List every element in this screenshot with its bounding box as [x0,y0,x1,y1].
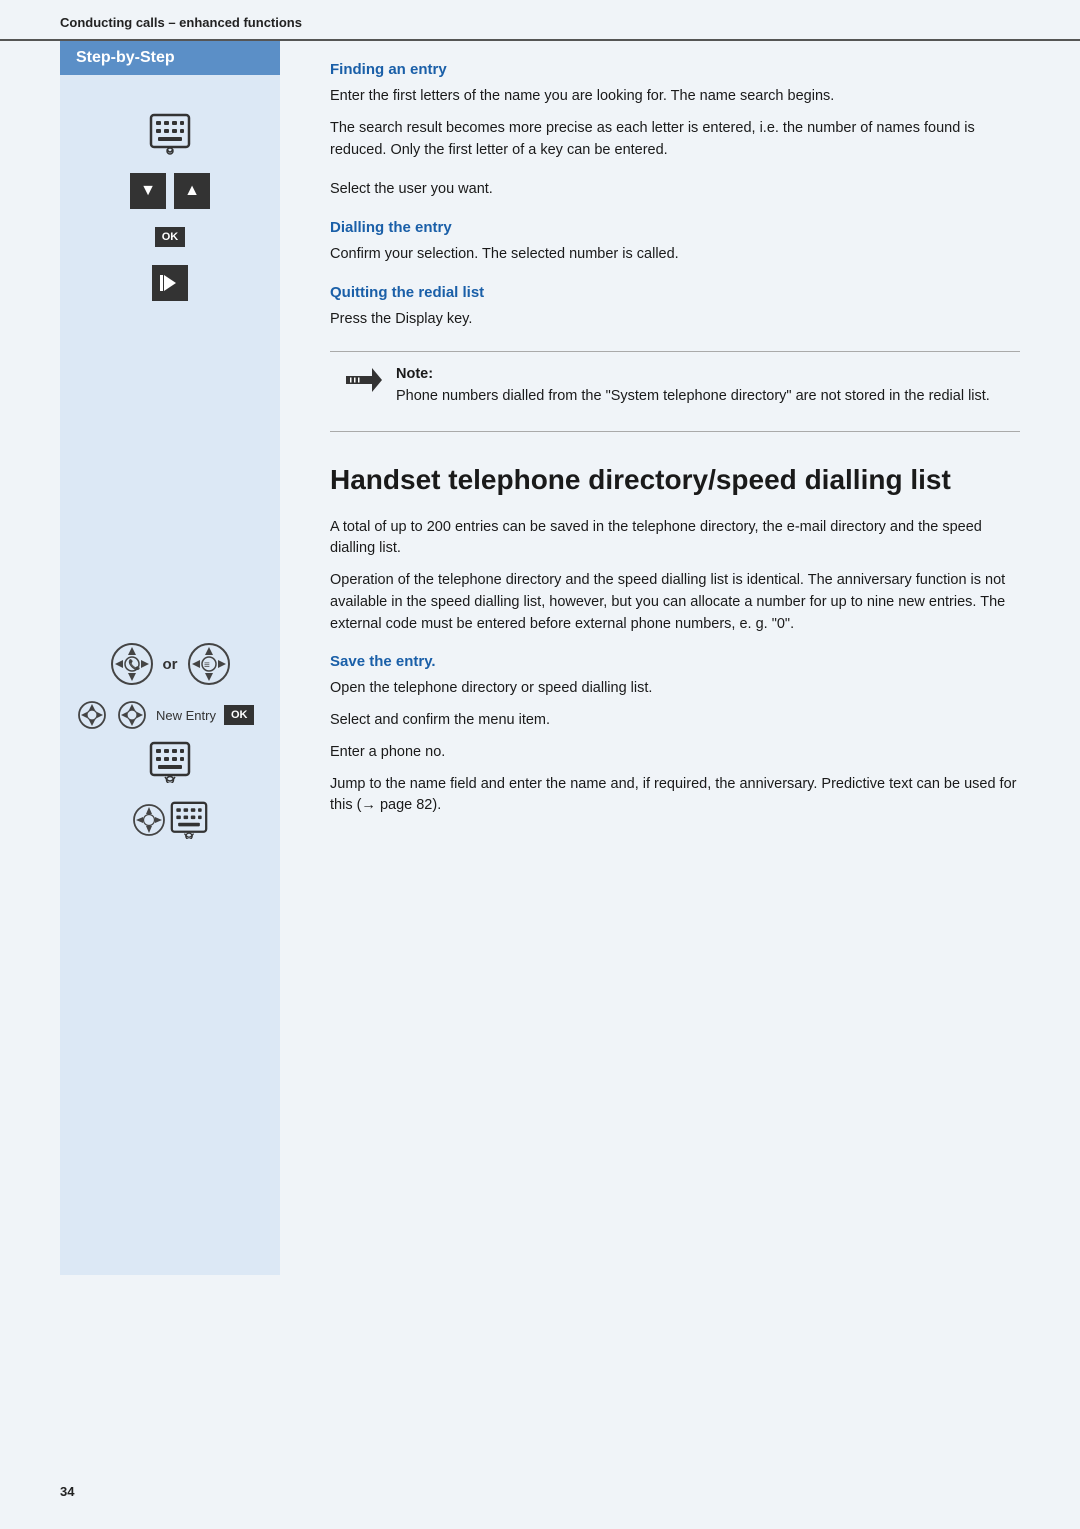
small-nav-icon-2 [116,699,148,731]
down-arrow-icon: ▼ [130,173,166,209]
sidebar: Step-by-Step [60,41,300,1275]
quitting-redial-text1: Press the Display key. [330,309,1020,331]
jump-keyboard-icon [170,801,208,839]
finding-entry-text2: The search result becomes more precise a… [330,118,1020,162]
circle-nav-group-1: 📞 or ≡ [76,641,264,687]
ok-icon-group-1: OK [76,227,264,247]
note-text: Phone numbers dialled from the "System t… [396,386,1004,408]
page-container: Conducting calls – enhanced functions St… [0,0,1080,1529]
intro-text1: A total of up to 200 entries can be save… [330,517,1020,561]
finding-entry-text1: Enter the first letters of the name you … [330,86,1020,108]
dialling-entry-text1: Confirm your selection. The selected num… [330,244,1020,266]
jump-4way-icon [132,803,166,837]
nav-arrows-group: ▼ ▲ [76,173,264,209]
note-box: Note: Phone numbers dialled from the "Sy… [330,351,1020,433]
dialling-entry-heading: Dialling the entry [330,219,1020,236]
finding-entry-heading: Finding an entry [330,61,1020,78]
small-nav-icon-1 [76,699,108,731]
header-title: Conducting calls – enhanced functions [60,15,302,30]
finding-entry-text3: Select the user you want. [330,179,1020,201]
intro-text2: Operation of the telephone directory and… [330,570,1020,635]
or-label: or [163,656,178,673]
jump-name-group [76,801,264,839]
display-key-group [76,265,264,301]
step-by-step-banner: Step-by-Step [60,41,280,75]
new-entry-label: New Entry [156,708,216,723]
4way-nav-icon-1: 📞 [109,641,155,687]
save-entry-text2: Select and confirm the menu item. [330,710,1020,732]
keyboard-icon-group-1 [76,113,264,155]
note-arrow-icon [346,368,382,398]
keyboard-icon-2 [149,741,191,783]
save-entry-heading: Save the entry. [330,653,1020,670]
save-entry-text3: Enter a phone no. [330,742,1020,764]
content-area: Finding an entry Enter the first letters… [300,41,1020,1275]
main-section-heading: Handset telephone directory/speed dialli… [330,462,1020,498]
4way-nav-icon-2: ≡ [186,641,232,687]
svg-text:📞: 📞 [128,658,141,671]
keyboard-icon-1 [149,113,191,155]
display-key-icon [152,265,188,301]
save-entry-text1: Open the telephone directory or speed di… [330,678,1020,700]
header-bar: Conducting calls – enhanced functions [0,0,1080,41]
new-entry-row: New Entry OK [76,699,264,731]
page-number: 34 [60,1484,74,1499]
step-by-step-label: Step-by-Step [76,49,175,67]
svg-text:≡: ≡ [204,660,210,671]
note-content: Note: Phone numbers dialled from the "Sy… [396,366,1004,418]
quitting-redial-heading: Quitting the redial list [330,284,1020,301]
ok-button-icon-2: OK [224,705,255,725]
ok-button-icon-1: OK [155,227,186,247]
save-entry-text4: Jump to the name field and enter the nam… [330,774,1020,818]
main-layout: Step-by-Step [0,41,1080,1315]
note-label: Note: [396,366,1004,382]
sidebar-content: ▼ ▲ OK [60,75,280,1275]
up-arrow-icon: ▲ [174,173,210,209]
keyboard-icon-group-2 [76,741,264,783]
